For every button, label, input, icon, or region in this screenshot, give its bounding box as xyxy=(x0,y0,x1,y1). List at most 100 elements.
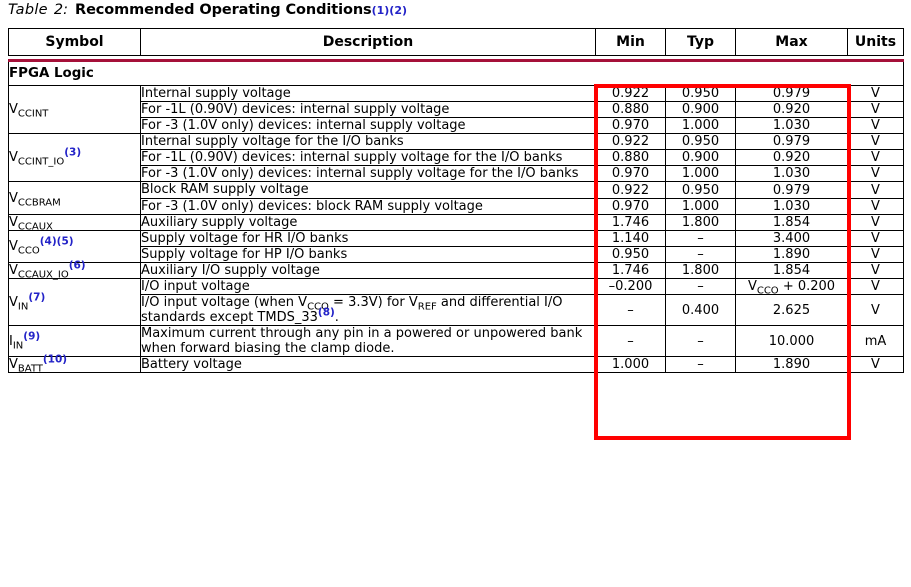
row-symbol-vccint-io: VCCINT_IO(3) xyxy=(8,133,141,183)
symbol-base: V xyxy=(9,102,18,118)
row-units: V xyxy=(847,84,904,103)
row-typ: 1.000 xyxy=(665,117,736,135)
row-max: 1.030 xyxy=(735,165,848,183)
row-min: – xyxy=(595,294,666,327)
symbol-subscript: CCAUX_IO xyxy=(17,269,69,281)
column-header-typ: Typ xyxy=(665,28,736,56)
row-symbol-vin: VIN(7) xyxy=(8,277,141,327)
column-header-units: Units xyxy=(847,28,904,56)
row-symbol-vbatt: VBATT(10) xyxy=(8,355,141,374)
symbol-subscript: IN xyxy=(12,340,24,352)
row-symbol-vccaux-io: VCCAUX_IO(6) xyxy=(8,259,141,281)
row-max: 2.625 xyxy=(735,294,848,327)
row-max: 3.400 xyxy=(735,229,848,247)
row-symbol-vccbram: VCCBRAM xyxy=(8,181,141,215)
row-description: For -3 (1.0V only) devices: block RAM su… xyxy=(140,197,596,215)
table-row: VCCINT_IO(3) Internal supply voltage for… xyxy=(8,133,904,183)
row-min: 1.000 xyxy=(595,356,666,374)
row-typ: – xyxy=(665,229,736,247)
desc-footnote-ref: (8) xyxy=(317,306,335,319)
row-units: V xyxy=(847,229,904,247)
symbol-subscript: CCAUX xyxy=(17,221,53,233)
row-description: I/O input voltage xyxy=(140,277,596,296)
row-units: V xyxy=(847,294,904,327)
caption-colon: : xyxy=(63,2,68,18)
table-row: VBATT(10) Battery voltage 1.000 – 1.890 … xyxy=(8,355,904,374)
row-description: Supply voltage for HR I/O banks xyxy=(140,229,596,247)
row-description: Auxiliary supply voltage xyxy=(140,213,596,231)
row-typ: 1.800 xyxy=(665,261,736,279)
table-row: VCCINT Internal supply voltage 0.922 0.9… xyxy=(8,84,904,135)
row-typ: 0.900 xyxy=(665,101,736,119)
row-min: 0.970 xyxy=(595,197,666,215)
row-description: For -1L (0.90V) devices: internal supply… xyxy=(140,149,596,167)
row-units: V xyxy=(847,117,904,135)
row-units: V xyxy=(847,101,904,119)
row-typ: – xyxy=(665,277,736,296)
row-symbol-vcco: VCCO(4)(5) xyxy=(8,229,141,263)
table-row: VCCO(4)(5) Supply voltage for HR I/O ban… xyxy=(8,229,904,263)
symbol-base: V xyxy=(9,190,18,206)
symbol-base: V xyxy=(9,238,18,254)
row-description: Internal supply voltage xyxy=(140,84,596,103)
symbol-subscript: CCINT xyxy=(17,108,49,120)
table-row: For -3 (1.0V only) devices: internal sup… xyxy=(9,117,904,135)
symbol-footnote-ref: (4)(5) xyxy=(39,235,74,248)
row-max: 10.000 xyxy=(735,325,848,358)
row-units: V xyxy=(847,133,904,151)
symbol-subscript: CCBRAM xyxy=(17,197,61,209)
row-min: 1.140 xyxy=(595,229,666,247)
row-description: Supply voltage for HP I/O banks xyxy=(140,245,596,263)
table-row: VCCAUX_IO(6) Auxiliary I/O supply voltag… xyxy=(8,259,904,281)
row-symbol-vccaux: VCCAUX xyxy=(8,213,141,233)
row-max: 0.979 xyxy=(735,133,848,151)
row-min: 0.970 xyxy=(595,117,666,135)
row-description: Block RAM supply voltage xyxy=(140,181,596,199)
row-min: 1.746 xyxy=(595,261,666,279)
symbol-footnote-ref: (9) xyxy=(23,330,41,343)
row-description-rich: I/O input voltage (when VCCO = 3.3V) for… xyxy=(140,294,596,327)
table-row: I/O input voltage (when VCCO = 3.3V) for… xyxy=(9,294,904,327)
symbol-subscript: CCINT_IO xyxy=(17,156,65,168)
caption-title: Recommended Operating Conditions xyxy=(75,2,372,18)
row-description: For -3 (1.0V only) devices: internal sup… xyxy=(140,165,596,183)
table-row: For -1L (0.90V) devices: internal supply… xyxy=(9,101,904,119)
row-max-formula: VCCO + 0.200 xyxy=(735,277,848,297)
symbol-base: V xyxy=(9,150,18,166)
table-row: Supply voltage for HP I/O banks 0.950 – … xyxy=(9,245,904,263)
table-row: VCCBRAM Block RAM supply voltage 0.922 0… xyxy=(8,181,904,215)
row-typ: 1.800 xyxy=(665,213,736,231)
row-typ: 0.950 xyxy=(665,133,736,151)
caption-label: Table xyxy=(8,2,48,18)
row-min: 0.880 xyxy=(595,101,666,119)
desc-part-d: . xyxy=(334,310,339,326)
symbol-subscript: CCO xyxy=(17,245,40,257)
row-typ: – xyxy=(665,245,736,263)
symbol-subscript: IN xyxy=(17,301,29,313)
table-header-row: Symbol Description Min Typ Max Units xyxy=(8,28,904,56)
row-max: 1.890 xyxy=(735,245,848,263)
row-min: – xyxy=(595,325,666,358)
row-min: 0.922 xyxy=(595,133,666,151)
desc-part-a: I/O input voltage (when V xyxy=(141,295,308,311)
column-header-min: Min xyxy=(595,28,666,56)
row-units: mA xyxy=(847,325,904,358)
symbol-footnote-ref: (6) xyxy=(68,259,86,272)
row-max: 0.920 xyxy=(735,149,848,167)
row-typ: – xyxy=(665,325,736,358)
symbol-base: V xyxy=(9,294,18,310)
row-units: V xyxy=(847,149,904,167)
table-caption: Table 2: Recommended Operating Condition… xyxy=(8,2,408,18)
formula-symbol-subscript: CCO xyxy=(756,285,779,297)
caption-number: 2 xyxy=(53,2,64,18)
row-typ: 0.950 xyxy=(665,181,736,199)
table-body: FPGA Logic VCCINT Internal supply voltag… xyxy=(8,60,904,374)
row-typ: 0.400 xyxy=(665,294,736,327)
column-header-max: Max xyxy=(735,28,848,56)
formula-symbol-base: V xyxy=(747,278,757,294)
operating-conditions-table: Symbol Description Min Typ Max Units FPG… xyxy=(8,28,904,374)
row-description: For -3 (1.0V only) devices: internal sup… xyxy=(140,117,596,135)
row-units: V xyxy=(847,356,904,374)
row-min: 0.970 xyxy=(595,165,666,183)
row-units: V xyxy=(847,197,904,215)
